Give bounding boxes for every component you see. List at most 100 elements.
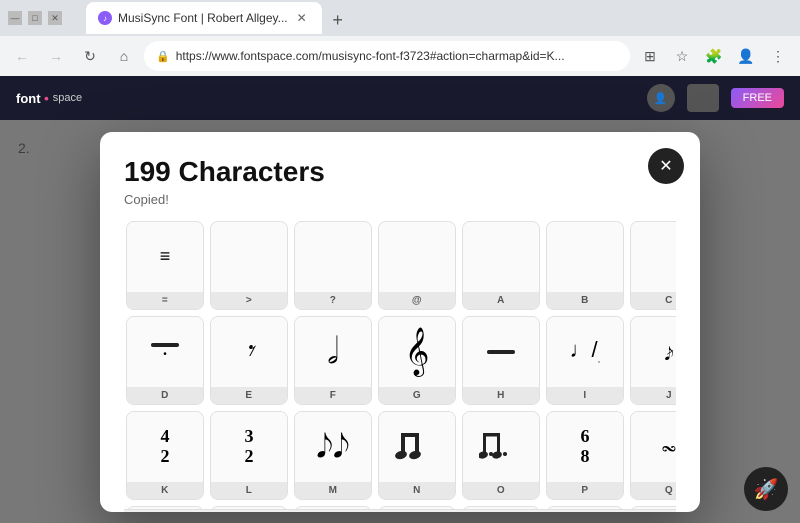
character-map-modal: ✕ 199 Characters Copied! ≡ = bbox=[100, 132, 700, 512]
tab-bar: ♪ MusiSync Font | Robert Allgey... ✕ + bbox=[78, 2, 360, 34]
char-card-O[interactable]: O bbox=[462, 411, 540, 500]
beamed-notes-svg bbox=[395, 425, 439, 469]
char-card-at[interactable]: @ bbox=[378, 221, 456, 310]
site-header: font • space 👤 FREE bbox=[0, 76, 800, 120]
forward-button[interactable]: → bbox=[42, 42, 70, 70]
char-preview bbox=[463, 507, 539, 509]
char-label: K bbox=[127, 482, 203, 499]
menu-icon[interactable]: ⋮ bbox=[764, 42, 792, 70]
back-button[interactable]: ← bbox=[8, 42, 36, 70]
free-button[interactable]: FREE bbox=[731, 88, 784, 108]
char-preview bbox=[379, 222, 455, 292]
profile-icon[interactable]: 👤 bbox=[732, 42, 760, 70]
char-card-R[interactable]: R bbox=[126, 506, 204, 509]
active-tab[interactable]: ♪ MusiSync Font | Robert Allgey... ✕ bbox=[86, 2, 322, 34]
char-card-W[interactable]: W bbox=[546, 506, 624, 509]
char-label: G bbox=[379, 387, 455, 404]
tab-favicon: ♪ bbox=[98, 11, 112, 25]
horizontal-scrollbar[interactable]: ◀ ▶ bbox=[124, 509, 676, 512]
char-card-V[interactable]: V bbox=[462, 506, 540, 509]
browser-actions: ⊞ ☆ 🧩 👤 ⋮ bbox=[636, 42, 792, 70]
scroll-left-button[interactable]: ◀ bbox=[128, 511, 144, 512]
tab-close-button[interactable]: ✕ bbox=[294, 10, 310, 26]
char-card-gt[interactable]: > bbox=[210, 221, 288, 310]
new-tab-button[interactable]: + bbox=[324, 6, 352, 34]
char-preview: • bbox=[127, 317, 203, 387]
header-thumbnail bbox=[687, 84, 719, 112]
char-card-M[interactable]: 𝅘𝅥𝅮𝅘𝅥𝅮 M bbox=[294, 411, 372, 500]
char-preview: 𝄾 bbox=[211, 317, 287, 387]
char-preview bbox=[631, 222, 676, 292]
char-card-H[interactable]: H bbox=[462, 316, 540, 405]
char-card-G[interactable]: 𝄞 G bbox=[378, 316, 456, 405]
copied-text: Copied! bbox=[124, 192, 676, 207]
char-preview bbox=[463, 222, 539, 292]
char-card-A[interactable]: A bbox=[462, 221, 540, 310]
char-label: I bbox=[547, 387, 623, 404]
logo-text: font • bbox=[16, 91, 49, 106]
char-label: J bbox=[631, 387, 676, 404]
url-bar-container[interactable]: 🔒 https://www.fontspace.com/musisync-fon… bbox=[144, 41, 630, 71]
page-background: font • space 👤 FREE 2. ✕ 199 Characters … bbox=[0, 76, 800, 523]
character-grid-scroll[interactable]: ≡ = > ? bbox=[124, 219, 676, 509]
char-card-U[interactable]: U bbox=[378, 506, 456, 509]
close-window-button[interactable]: ✕ bbox=[48, 11, 62, 25]
char-card-S[interactable]: S bbox=[210, 506, 288, 509]
char-card-J[interactable]: 𝆔 J bbox=[630, 316, 676, 405]
bookmark-icon[interactable]: ☆ bbox=[668, 42, 696, 70]
char-card-question[interactable]: ? bbox=[294, 221, 372, 310]
char-label: E bbox=[211, 387, 287, 404]
char-card-L[interactable]: 3 2 L bbox=[210, 411, 288, 500]
lock-icon: 🔒 bbox=[156, 50, 170, 63]
char-card-K[interactable]: 4 2 K bbox=[126, 411, 204, 500]
character-rows: ≡ = > ? bbox=[124, 219, 676, 509]
maximize-button[interactable]: □ bbox=[28, 11, 42, 25]
char-card-D[interactable]: • D bbox=[126, 316, 204, 405]
reload-button[interactable]: ↻ bbox=[76, 42, 104, 70]
char-preview: 6 8 bbox=[547, 412, 623, 482]
char-preview: 3 2 bbox=[211, 412, 287, 482]
translate-icon[interactable]: ⊞ bbox=[636, 42, 664, 70]
window-controls: — □ ✕ bbox=[8, 11, 62, 25]
label-row-4: R S bbox=[124, 504, 676, 509]
user-avatar: 👤 bbox=[647, 84, 675, 112]
char-card-B[interactable]: B bbox=[546, 221, 624, 310]
char-preview: ≡ bbox=[127, 222, 203, 292]
char-preview: ♩/. bbox=[547, 317, 623, 387]
logo-sub: space bbox=[53, 92, 82, 104]
modal-overlay: ✕ 199 Characters Copied! ≡ = bbox=[0, 120, 800, 523]
char-preview bbox=[127, 507, 203, 509]
label-row-2: • D 𝄾 E bbox=[124, 314, 676, 407]
time-sig-P: 6 8 bbox=[581, 427, 590, 467]
char-preview: 𝄞 bbox=[379, 317, 455, 387]
scroll-right-button[interactable]: ▶ bbox=[656, 511, 672, 512]
char-preview bbox=[547, 507, 623, 509]
char-label: ? bbox=[295, 292, 371, 309]
char-card-C[interactable]: C bbox=[630, 221, 676, 310]
logo-area: font • space bbox=[16, 91, 82, 106]
char-card-E[interactable]: 𝄾 E bbox=[210, 316, 288, 405]
minimize-button[interactable]: — bbox=[8, 11, 22, 25]
char-preview bbox=[295, 507, 371, 509]
char-card-I[interactable]: ♩/. I bbox=[546, 316, 624, 405]
char-card-X[interactable]: X bbox=[630, 506, 676, 509]
char-preview bbox=[463, 317, 539, 387]
char-card-P[interactable]: 6 8 P bbox=[546, 411, 624, 500]
char-card-F[interactable]: 𝅗𝅥 F bbox=[294, 316, 372, 405]
char-preview: 𝆔 bbox=[631, 317, 676, 387]
char-label: B bbox=[547, 292, 623, 309]
modal-close-button[interactable]: ✕ bbox=[648, 148, 684, 184]
char-card-N[interactable]: N bbox=[378, 411, 456, 500]
char-label: N bbox=[379, 482, 455, 499]
char-card-Q[interactable]: 𝆗 Q bbox=[630, 411, 676, 500]
extensions-icon[interactable]: 🧩 bbox=[700, 42, 728, 70]
char-label: L bbox=[211, 482, 287, 499]
modal-title: 199 Characters bbox=[124, 156, 676, 188]
rocket-button[interactable]: 🚀 bbox=[744, 467, 788, 511]
home-button[interactable]: ⌂ bbox=[110, 42, 138, 70]
char-label: C bbox=[631, 292, 676, 309]
char-card-T[interactable]: T bbox=[294, 506, 372, 509]
char-label: @ bbox=[379, 292, 455, 309]
char-card-equals[interactable]: ≡ = bbox=[126, 221, 204, 310]
char-preview: 𝅘𝅥𝅮𝅘𝅥𝅮 bbox=[295, 412, 371, 482]
